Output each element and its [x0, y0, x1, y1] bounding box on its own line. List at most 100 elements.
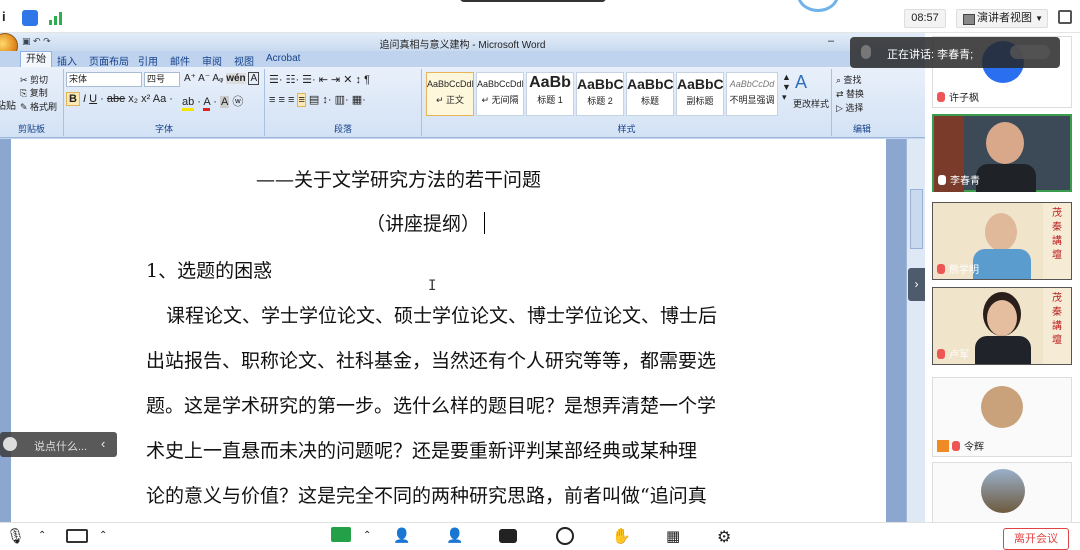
apps-icon[interactable]: ▦	[666, 527, 684, 545]
collapse-panel-button[interactable]: ›	[908, 268, 925, 301]
style-heading-2[interactable]: AaBbC 标题 2	[576, 72, 624, 116]
camera-off-icon[interactable]	[66, 529, 88, 543]
copy-label: 复制	[29, 88, 48, 98]
grow-shrink-font-buttons[interactable]: A⁺ A⁻ Aᵩ wén A	[184, 72, 260, 85]
emoji-icon[interactable]	[3, 437, 17, 451]
tab-review[interactable]: 审阅	[202, 53, 222, 68]
tab-view[interactable]: 视图	[234, 53, 254, 68]
user-icon	[937, 440, 949, 452]
quick-access-toolbar[interactable]: ▣ ↶ ↷	[22, 36, 51, 47]
doc-body-line: 题。这是学术研究的第一步。选什么样的题目呢？是想弄清楚一个学	[146, 395, 717, 417]
shield-icon[interactable]	[22, 10, 38, 26]
banner-char: 壇	[1052, 250, 1062, 261]
copy-button[interactable]: ⎘ 复制	[20, 86, 48, 99]
participants-icon[interactable]: 👤	[446, 527, 464, 545]
doc-subtitle: ——关于文学研究方法的若干问题	[256, 169, 542, 191]
style-preview: AaBbC	[677, 76, 723, 92]
participant-tile-active[interactable]: 李春青	[932, 114, 1072, 192]
font-size-select[interactable]: 四号	[144, 72, 180, 87]
fullscreen-icon[interactable]	[1058, 10, 1072, 24]
record-icon[interactable]	[556, 527, 574, 545]
align-buttons[interactable]: ≡ ≡ ≡ ≡ ▤ ↕· ▥· ▦·	[269, 93, 366, 107]
word-window: 追问真相与意义建构 - Microsoft Word – ▣ ↶ ↷ 开始 插入…	[0, 33, 925, 523]
undo-icon[interactable]: ↶	[33, 36, 41, 46]
change-styles-button[interactable]: 更改样式	[793, 97, 829, 110]
tab-home[interactable]: 开始	[20, 51, 52, 67]
styles-scroll-arrows[interactable]: ▲ ▼ ▾	[782, 72, 791, 103]
participant-tile[interactable]: 令辉	[932, 377, 1072, 457]
settings-gear-icon[interactable]: ⚙	[717, 527, 735, 546]
tab-references[interactable]: 引用	[138, 53, 158, 68]
redo-icon[interactable]: ↷	[43, 36, 51, 46]
meeting-clock: 08:57	[904, 9, 946, 28]
scroll-thumb[interactable]	[910, 189, 923, 249]
presenter-view-button[interactable]: 演讲者视图 ▼	[956, 9, 1048, 28]
collapse-chat-icon[interactable]: ‹	[101, 436, 105, 451]
save-icon[interactable]: ▣	[22, 36, 31, 46]
mic-icon	[938, 175, 946, 185]
change-styles-icon[interactable]: A	[795, 72, 807, 93]
chevron-down-icon: ▼	[1035, 14, 1043, 23]
invite-icon[interactable]: 👤	[393, 527, 411, 545]
style-subtle-emphasis[interactable]: AaBbCcDd 不明显强调	[726, 72, 778, 116]
paste-button[interactable]: 粘贴	[0, 97, 16, 112]
format-painter-button[interactable]: ✎ 格式刷	[20, 100, 57, 113]
participant-tile[interactable]	[932, 462, 1072, 522]
style-no-spacing[interactable]: AaBbCcDdI ↵ 无间隔	[476, 72, 524, 116]
participant-name: 熊学明	[937, 261, 979, 276]
info-icon[interactable]: i	[2, 9, 18, 25]
clear-format-icon[interactable]: Aᵩ	[212, 73, 223, 84]
style-subtitle[interactable]: AaBbC 副标题	[676, 72, 724, 116]
participant-tile[interactable]: 茂 秦 講 壇 熊学明	[932, 202, 1072, 280]
select-button[interactable]: ▷ 选择	[836, 101, 863, 114]
banner-char: 秦	[1052, 222, 1062, 233]
chat-input-bar[interactable]: 说点什么... ‹	[0, 432, 117, 457]
participant-name: 李春青	[938, 172, 980, 187]
chevron-up-icon[interactable]: ⌃	[99, 530, 117, 548]
tab-page-layout[interactable]: 页面布局	[89, 53, 129, 68]
list-buttons[interactable]: ☰· ☷· ☰· ⇤ ⇥ ✕ ↕ ¶	[269, 73, 370, 86]
find-label: 查找	[843, 75, 862, 85]
tab-mailings[interactable]: 邮件	[170, 53, 190, 68]
microphone-muted-icon[interactable]: 🎙	[6, 527, 25, 545]
style-heading-1[interactable]: AaBb 标题 1	[526, 72, 574, 116]
share-screen-icon[interactable]	[331, 527, 351, 542]
format-buttons-row[interactable]: B I U · abe x₂ x² Aa ·	[66, 92, 173, 106]
doc-outline-label: （讲座提纲）	[366, 209, 486, 236]
lecture-banner: 茂 秦 講 壇	[1043, 288, 1071, 364]
doc-body-line: 术史上一直悬而未决的问题呢？还是要重新评判某部经典或某种理	[146, 440, 698, 462]
chat-icon[interactable]	[499, 529, 517, 543]
chevron-up-icon[interactable]: ⌃	[363, 530, 381, 548]
top-avatar-ring	[797, 0, 839, 12]
vertical-scrollbar[interactable]	[906, 139, 925, 523]
leave-meeting-button[interactable]: 离开会议	[1003, 528, 1069, 550]
speaking-text: 正在讲话: 李春青;	[887, 46, 973, 62]
italic-button[interactable]: I	[83, 93, 86, 105]
avatar	[985, 213, 1017, 251]
style-label: 不明显强调	[729, 95, 775, 105]
underline-button[interactable]: U	[89, 93, 97, 105]
tab-acrobat[interactable]: Acrobat	[266, 53, 300, 64]
mic-muted-icon	[952, 441, 960, 451]
meeting-toolbar: 🎙 ⌃ ⌃ ⌃ 👤 👤 ✋ ▦ ⚙ 离开会议	[0, 522, 1080, 550]
highlight-color-buttons[interactable]: ab · A · A ⓦ	[182, 93, 243, 111]
style-normal[interactable]: AaBbCcDdI ↵ 正文	[426, 72, 474, 116]
document-page[interactable]: ——关于文学研究方法的若干问题 （讲座提纲） 1、选题的困惑 I 课程论文、学士…	[11, 139, 886, 523]
font-name-select[interactable]: 宋体	[66, 72, 142, 87]
style-label: 标题 2	[587, 96, 613, 106]
participant-tile[interactable]: 茂 秦 講 壇 卢军	[932, 287, 1072, 365]
raise-hand-icon[interactable]: ✋	[612, 527, 631, 545]
cut-button[interactable]: ✂ 剪切	[20, 73, 48, 86]
replace-button[interactable]: ⇄ 替换	[836, 87, 864, 100]
style-preview: AaBbC	[577, 76, 623, 92]
style-preview: AaBbCcDd	[729, 79, 775, 89]
style-title[interactable]: AaBbC 标题	[626, 72, 674, 116]
style-preview: AaBb	[529, 74, 571, 91]
bold-button[interactable]: B	[66, 92, 80, 106]
mic-muted-icon	[937, 92, 945, 102]
tab-insert[interactable]: 插入	[57, 53, 77, 68]
strikethrough-button[interactable]: abe	[107, 93, 125, 105]
find-button[interactable]: ⌕ 查找	[836, 73, 862, 86]
minimize-icon[interactable]: –	[828, 35, 834, 47]
chevron-up-icon[interactable]: ⌃	[38, 530, 56, 548]
